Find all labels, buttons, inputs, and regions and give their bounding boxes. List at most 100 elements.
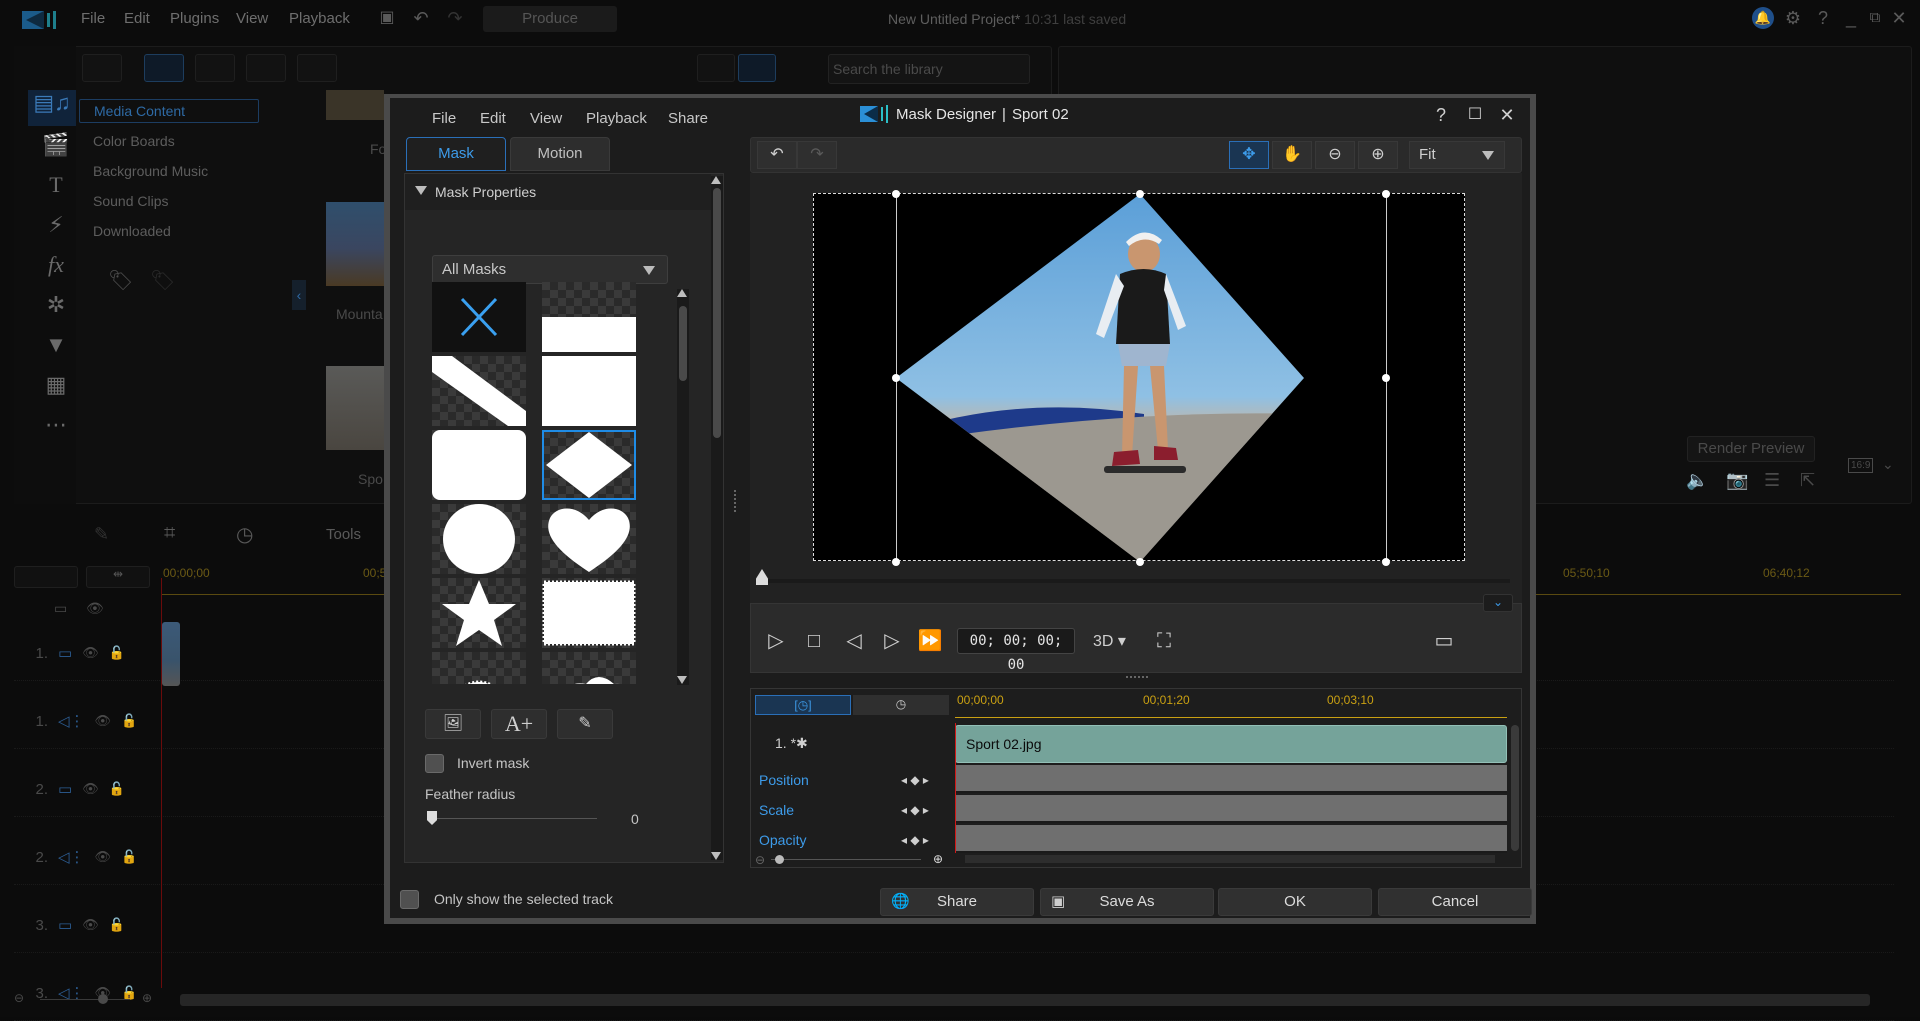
undo-icon[interactable]: ↶	[410, 7, 432, 29]
menu-file[interactable]: File	[81, 10, 105, 27]
opacity-keyframe-nav-icon[interactable]: ◂ ◆ ▸	[901, 833, 929, 847]
media-room-icon[interactable]: ▤♫	[28, 90, 76, 126]
track-lock-icon[interactable]: 🔓	[109, 645, 125, 661]
edit-icon[interactable]: ✎	[94, 524, 109, 545]
filter-all-media-button[interactable]	[144, 54, 184, 82]
timeline-track-header[interactable]: 2. ◁⋮ 👁 🔓	[28, 844, 158, 870]
category-sound-clips[interactable]: Sound Clips	[93, 193, 169, 209]
more-tools-icon[interactable]: ◷	[236, 522, 253, 547]
brush-mask-button[interactable]: ✎	[557, 709, 613, 739]
redo-button[interactable]: ↷	[797, 141, 837, 169]
dialog-menu-file[interactable]: File	[432, 110, 456, 127]
properties-scroll-thumb[interactable]	[713, 188, 721, 438]
track-visibility-icon[interactable]: 👁	[95, 713, 112, 729]
category-background-music[interactable]: Background Music	[93, 163, 208, 179]
kf-attr-scale[interactable]: Scale	[759, 802, 794, 818]
notification-bell-icon[interactable]: 🔔	[1752, 7, 1774, 29]
mask-template-burst[interactable]	[432, 652, 526, 684]
track-lock-icon[interactable]: 🔓	[109, 917, 125, 933]
clip-sport-02[interactable]: Sport 02.jpg	[955, 725, 1507, 763]
filter-image-button[interactable]	[246, 54, 286, 82]
track-visibility-icon[interactable]: 👁	[82, 917, 99, 933]
only-selected-track-checkbox[interactable]	[400, 890, 419, 909]
zoom-out-tool[interactable]: ⊖	[1315, 141, 1355, 169]
remove-tag-icon[interactable]: 🏷	[150, 268, 175, 293]
zoom-in-icon[interactable]: ⊕	[142, 991, 152, 1005]
import-image-mask-button[interactable]: 🖼	[425, 709, 481, 739]
track-lock-icon[interactable]: 🔓	[121, 849, 137, 865]
library-search-input[interactable]: Search the library	[828, 54, 1030, 84]
dialog-close-icon[interactable]: ✕	[1496, 104, 1518, 126]
filter-audio-button[interactable]	[297, 54, 337, 82]
tab-mask[interactable]: Mask	[406, 137, 506, 171]
mask-properties-header[interactable]: Mask Properties	[405, 174, 711, 210]
time-mode-button[interactable]: ◷	[853, 695, 949, 715]
track-visibility-icon[interactable]: 👁	[95, 849, 112, 865]
opacity-keyframe-lane[interactable]	[955, 825, 1507, 853]
menu-edit[interactable]: Edit	[124, 10, 150, 27]
playback-list-icon[interactable]: ☰	[1764, 470, 1780, 491]
dialog-menu-share[interactable]: Share	[668, 110, 708, 127]
redo-icon[interactable]: ↷	[444, 7, 466, 29]
mask-template-heart[interactable]	[542, 504, 636, 574]
stop-button[interactable]: □	[801, 629, 827, 653]
track-visibility-icon[interactable]: 👁	[82, 781, 99, 797]
resize-handle[interactable]	[1136, 558, 1144, 566]
timeline-clip[interactable]	[162, 622, 180, 686]
track-manager-button[interactable]	[14, 566, 78, 588]
seek-handle[interactable]	[756, 569, 768, 585]
mask-template-rounded-rectangle[interactable]	[432, 430, 526, 500]
snapshot-icon[interactable]: 📷	[1726, 470, 1748, 491]
settings-gear-icon[interactable]: ⚙	[1782, 7, 1804, 29]
save-icon[interactable]: ▣	[376, 7, 398, 29]
particle-room-icon[interactable]: ✲	[40, 292, 72, 320]
mask-template-stamp-rectangle[interactable]	[542, 578, 636, 648]
position-keyframe-lane[interactable]	[955, 765, 1507, 793]
invert-mask-checkbox[interactable]	[425, 754, 444, 773]
expand-panel-icon[interactable]: ⌄	[1483, 594, 1513, 612]
properties-scroll-up-icon[interactable]	[711, 176, 721, 184]
fit-timeline-button[interactable]: ⇹	[86, 566, 150, 588]
undock-icon[interactable]: ⇱	[1800, 470, 1815, 491]
grid-view-button[interactable]	[738, 54, 776, 82]
restore-icon[interactable]: ⧉	[1864, 7, 1886, 29]
zoom-in-tool[interactable]: ⊕	[1358, 141, 1398, 169]
aspect-dropdown-icon[interactable]: ⌄	[1882, 456, 1894, 473]
mask-template-none[interactable]	[432, 282, 526, 352]
crop-icon[interactable]: ⌗	[164, 522, 175, 545]
media-thumbnail[interactable]	[326, 202, 384, 286]
kf-attr-opacity[interactable]: Opacity	[759, 832, 806, 848]
add-tag-icon[interactable]: 🏷	[108, 268, 133, 293]
zoom-level-dropdown[interactable]: Fit	[1409, 141, 1505, 169]
produce-button[interactable]: Produce	[483, 6, 617, 32]
panel-splitter[interactable]	[734, 490, 738, 512]
resize-handle[interactable]	[1382, 190, 1390, 198]
timeline-playhead[interactable]	[161, 578, 162, 988]
kf-zoom-handle[interactable]	[775, 855, 784, 864]
kf-vertical-scrollbar[interactable]	[1511, 725, 1519, 851]
timeline-track-header[interactable]: 3. ▭ 👁 🔓	[28, 912, 158, 938]
zoom-out-icon[interactable]: ⊖	[14, 991, 24, 1005]
zoom-slider-handle[interactable]	[98, 994, 108, 1004]
subtitle-room-icon[interactable]: ▦	[40, 372, 72, 400]
kf-ruler[interactable]	[955, 717, 1507, 718]
resize-handle[interactable]	[1382, 558, 1390, 566]
hand-tool[interactable]: ✋	[1272, 141, 1312, 169]
render-preview-button[interactable]: Render Preview	[1687, 436, 1815, 462]
clip-mode-button[interactable]: [◷]	[755, 695, 851, 715]
zoom-slider-track[interactable]	[40, 999, 130, 1000]
close-app-icon[interactable]: ✕	[1888, 7, 1910, 29]
save-as-button[interactable]: ▣ Save As	[1040, 888, 1214, 916]
pip-room-icon[interactable]: ▼	[40, 332, 72, 360]
category-downloaded[interactable]: Downloaded	[93, 223, 171, 239]
feather-slider-handle[interactable]	[427, 811, 437, 825]
dialog-menu-playback[interactable]: Playback	[586, 110, 647, 127]
next-frame-button[interactable]: ▷	[879, 629, 905, 653]
tab-motion[interactable]: Motion	[510, 137, 610, 171]
3d-mode-toggle[interactable]: 3D ▾	[1093, 631, 1126, 651]
mask-template-diagonal-band[interactable]	[432, 356, 526, 426]
menu-playback[interactable]: Playback	[289, 10, 350, 27]
more-rooms-icon[interactable]: ⋯	[40, 412, 72, 440]
timecode-display[interactable]: 00; 00; 00; 00	[957, 628, 1075, 673]
kf-zoom-out-icon[interactable]: ⊖	[755, 853, 765, 867]
